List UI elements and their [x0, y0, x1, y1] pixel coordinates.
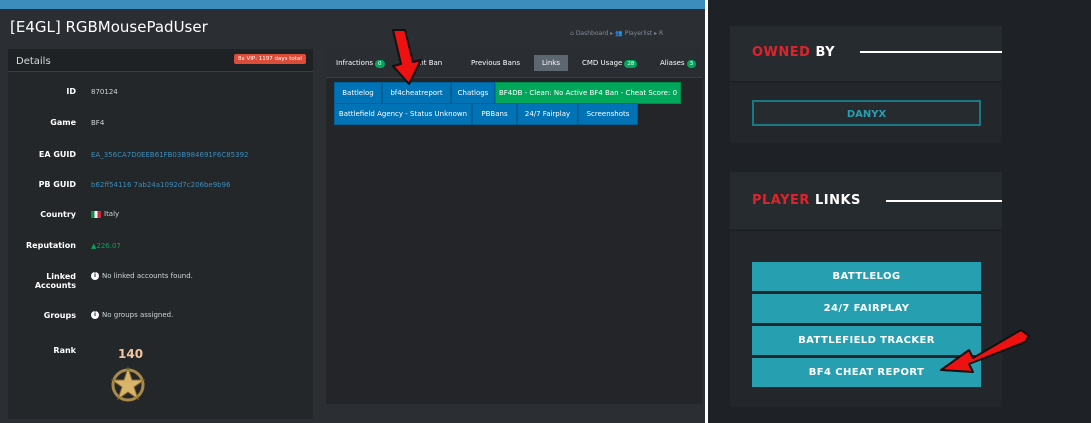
field-label-pb-guid: PB GUID	[38, 180, 76, 189]
field-value-game: BF4	[91, 119, 105, 127]
red-arrow-annotation-icon	[940, 329, 1030, 373]
red-arrow-annotation-icon	[392, 29, 422, 85]
bf4db-link-button[interactable]: BF4DB - Clean: No Active BF4 Ban - Cheat…	[495, 82, 681, 104]
italy-flag-icon	[91, 210, 101, 218]
field-label-reputation: Reputation	[26, 241, 76, 250]
cmd-usage-count-badge: 28	[624, 60, 638, 68]
info-icon: i	[91, 311, 99, 319]
field-value-reputation: ▲226.07	[91, 242, 121, 250]
breadcrumb-current: R	[659, 30, 664, 37]
vip-badge: 8x VIP: 1197 days total	[234, 54, 306, 64]
tab-aliases[interactable]: Aliases 3	[655, 55, 701, 71]
rank-number: 140	[118, 347, 144, 361]
field-label-rank: Rank	[53, 346, 76, 355]
battlelog-link-button[interactable]: Battlelog	[334, 82, 382, 104]
groups-text: No groups assigned.	[102, 311, 174, 319]
field-value-pb-guid[interactable]: b62ff54116 7ab24a1092d7c206be9b96	[91, 181, 231, 189]
player-links-underline	[886, 200, 1002, 202]
info-icon: i	[91, 272, 99, 280]
owned-by-heading: OWNED BY	[752, 45, 836, 60]
users-icon: 👥	[615, 30, 623, 37]
rank-star-icon	[110, 366, 146, 402]
breadcrumb-dashboard[interactable]: Dashboard	[576, 30, 609, 37]
page-title: [E4GL] RGBMousePadUser	[10, 18, 208, 36]
top-accent-bar	[0, 0, 705, 9]
field-value-groups: i No groups assigned.	[91, 311, 173, 319]
field-label-ea-guid: EA GUID	[38, 150, 76, 159]
image-divider	[705, 0, 708, 423]
field-label-linked-accounts: Linked Accounts	[34, 272, 76, 290]
dashboard-icon: ⌂	[570, 30, 574, 37]
owned-by-underline	[860, 51, 1002, 53]
aliases-count-badge: 3	[686, 60, 697, 68]
field-label-groups: Groups	[43, 311, 76, 320]
details-box	[8, 49, 313, 419]
linked-accounts-text: No linked accounts found.	[102, 272, 193, 280]
field-label-id: ID	[66, 87, 76, 96]
tab-links[interactable]: Links	[534, 55, 568, 71]
battlelog-button[interactable]: BATTLELOG	[752, 262, 981, 291]
screenshots-link-button[interactable]: Screenshots	[578, 103, 638, 125]
breadcrumb: ⌂ Dashboard ▸ 👥 Playerlist ▸ R	[570, 30, 663, 37]
player-links-heading: PLAYER LINKS	[752, 193, 861, 208]
field-value-linked-accounts: i No linked accounts found.	[91, 272, 193, 280]
breadcrumb-playerlist[interactable]: Playerlist	[625, 30, 652, 37]
field-label-country: Country	[40, 210, 76, 219]
tab-previous-bans[interactable]: Previous Bans	[466, 55, 525, 71]
infractions-count-badge: 0	[375, 60, 385, 68]
fairplay-link-button[interactable]: 24/7 Fairplay	[517, 103, 578, 125]
field-value-ea-guid[interactable]: EA_356CA7D0EEB61FB03B984691F6C85392	[91, 151, 249, 159]
tab-infractions[interactable]: Infractions 0	[331, 55, 390, 71]
details-title: Details	[16, 56, 51, 67]
chatlogs-link-button[interactable]: Chatlogs	[451, 82, 495, 104]
fairplay-button[interactable]: 24/7 FAIRPLAY	[752, 294, 981, 323]
field-label-game: Game	[50, 118, 76, 127]
field-value-id: 870124	[91, 88, 118, 96]
owner-button[interactable]: DANYX	[752, 100, 981, 126]
battlefield-agency-link-button[interactable]: Battlefield Agency - Status Unknown	[334, 103, 472, 125]
pbbans-link-button[interactable]: PBBans	[472, 103, 517, 125]
country-name: Italy	[104, 210, 120, 218]
field-value-country: Italy	[91, 210, 119, 218]
tab-cmd-usage[interactable]: CMD Usage 28	[577, 55, 642, 71]
